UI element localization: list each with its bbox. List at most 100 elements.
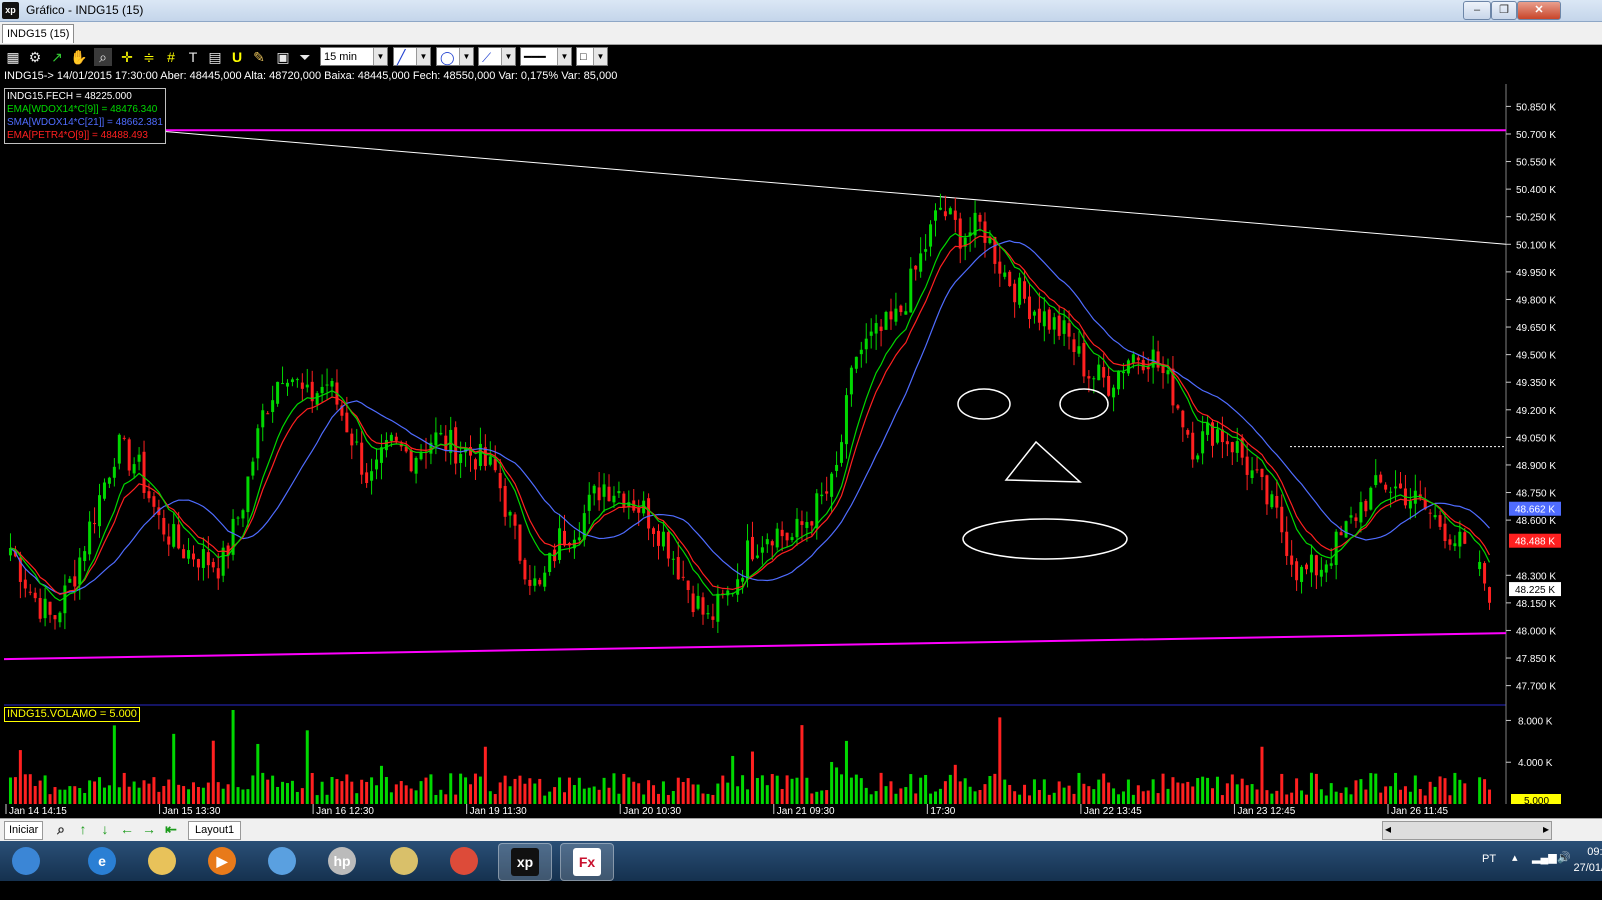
legend-item[interactable]: INDG15.FECH = 48225.000: [7, 90, 163, 103]
candle: [1314, 554, 1318, 590]
candle: [1057, 305, 1061, 340]
table-icon[interactable]: ▤: [206, 48, 224, 66]
volume-bar: [830, 761, 834, 804]
clock-date[interactable]: 27/01/2015: [1571, 862, 1602, 874]
candle-body: [577, 537, 581, 541]
volume-bar: [810, 793, 814, 804]
chart-type-icon[interactable]: ▦: [4, 48, 22, 66]
candle-body: [1018, 277, 1022, 305]
chevron-down-icon: ▼: [416, 48, 430, 65]
arrow-first-icon[interactable]: ⇤: [162, 821, 180, 838]
volume-bar: [785, 775, 789, 804]
legend-item[interactable]: SMA[WDOX14*C[21]] = 48662.381: [7, 116, 163, 129]
price-chart[interactable]: 50.850 K 50.700 K 50.550 K 50.400 K 50.250 K…: [0, 84, 1602, 818]
minimize-button[interactable]: ‒: [1463, 1, 1491, 20]
fibonacci-icon[interactable]: ≑: [140, 48, 158, 66]
drawing-ellipse-mouth: [962, 518, 1128, 560]
volume-bar: [553, 787, 557, 804]
timeframe-select[interactable]: 15 min ▼: [320, 47, 388, 66]
taskbar-button-start-orb[interactable]: [0, 843, 52, 879]
legend-item[interactable]: EMA[PETR4*O[9]] = 48488.493: [7, 129, 163, 142]
tab-indg15[interactable]: INDG15 (15): [2, 24, 75, 43]
candle-body: [1255, 469, 1259, 471]
taskbar-button-explorer[interactable]: [136, 843, 188, 879]
taskbar-button-ie[interactable]: e: [76, 843, 128, 879]
candle-body: [1215, 429, 1219, 443]
scroll-right-icon[interactable]: ▸: [1543, 822, 1549, 836]
zoom-search-icon[interactable]: ⌕: [52, 821, 70, 838]
layout-tab[interactable]: Layout1: [188, 821, 242, 840]
filter-icon[interactable]: ⏷: [296, 48, 314, 66]
lock-icon[interactable]: ▣: [274, 48, 292, 66]
candle: [760, 536, 764, 565]
volume-bar: [1413, 775, 1417, 804]
volume-bar: [988, 775, 992, 804]
signal-icon[interactable]: ▂▄▆: [1532, 851, 1557, 864]
taskbar-button-xp[interactable]: xp: [498, 843, 552, 881]
volume-bar: [671, 791, 675, 804]
line-style-select[interactable]: ━━━ ▼: [520, 47, 572, 66]
volume-bar: [1344, 787, 1348, 804]
candle: [434, 417, 438, 455]
crosshair-icon[interactable]: ✛: [118, 48, 136, 66]
line-style-icon: ━━━: [524, 50, 546, 64]
candle-body: [1166, 370, 1170, 375]
candle-body: [246, 476, 250, 513]
grid-icon[interactable]: #: [162, 48, 180, 66]
taskbar-button-hp[interactable]: hp: [316, 843, 368, 879]
taskbar-button-fxpro[interactable]: Fx: [560, 843, 614, 881]
volume-bar: [1448, 795, 1452, 804]
candle: [444, 425, 448, 462]
candle: [1230, 441, 1234, 466]
crosshair-cursor-icon[interactable]: ↗: [48, 48, 66, 66]
tray-arrow-icon[interactable]: ▴: [1512, 851, 1518, 864]
arrow-up-icon[interactable]: ↑: [74, 821, 92, 838]
u-icon[interactable]: U: [228, 48, 246, 66]
zoom-icon[interactable]: ⌕: [94, 48, 112, 66]
candle-body: [1349, 515, 1353, 518]
volume-bar: [305, 730, 309, 804]
volume-bar: [48, 794, 52, 804]
volume-icon[interactable]: 🔊: [1557, 851, 1571, 864]
settings-icon[interactable]: ⚙: [26, 48, 44, 66]
candle: [1052, 312, 1056, 345]
brush-icon[interactable]: ✎: [250, 48, 268, 66]
candle: [805, 511, 809, 542]
taskbar-button-folder[interactable]: [378, 843, 430, 879]
hand-icon[interactable]: ✋: [70, 48, 88, 66]
clock-time[interactable]: 09:33: [1571, 846, 1602, 858]
candle: [473, 457, 477, 481]
candle-body: [1369, 487, 1373, 510]
horizontal-scrollbar[interactable]: ◂ ▸: [1382, 821, 1552, 840]
trendline: [149, 129, 1507, 245]
candle: [577, 522, 581, 543]
candle: [454, 421, 458, 475]
indicator-legend[interactable]: INDG15.FECH = 48225.000 EMA[WDOX14*C[9]] …: [4, 88, 166, 144]
ellipse-tool-select[interactable]: ◯ ▼: [436, 47, 474, 66]
candle-body: [780, 529, 784, 537]
taskbar-button-chrome[interactable]: [438, 843, 490, 879]
volume-bar: [459, 773, 463, 804]
restore-button[interactable]: ❐: [1491, 1, 1517, 20]
scroll-left-icon[interactable]: ◂: [1385, 822, 1391, 836]
taskbar-button-network[interactable]: [256, 843, 308, 879]
volume-bar: [266, 779, 270, 804]
candle-body: [1181, 410, 1185, 428]
legend-item[interactable]: EMA[WDOX14*C[9]] = 48476.340: [7, 103, 163, 116]
arrow-down-icon[interactable]: ↓: [96, 821, 114, 838]
language-indicator[interactable]: PT: [1482, 853, 1496, 865]
folder-icon: [390, 847, 418, 875]
taskbar-button-media-player[interactable]: ▶: [196, 843, 248, 879]
arrow-left-icon[interactable]: ←: [118, 821, 136, 838]
arrow-right-icon[interactable]: →: [140, 821, 158, 838]
candle-body: [671, 558, 675, 560]
chart-area[interactable]: 50.850 K 50.700 K 50.550 K 50.400 K 50.250 K…: [0, 84, 1602, 818]
volume-bar: [88, 780, 92, 804]
candle: [379, 434, 383, 480]
text-icon[interactable]: T: [184, 48, 202, 66]
fan-tool-select[interactable]: ⟋ ▼: [478, 47, 516, 66]
close-button[interactable]: ✕: [1517, 1, 1561, 20]
color-select[interactable]: □ ▼: [576, 47, 608, 66]
start-button[interactable]: Iniciar: [4, 821, 44, 840]
line-tool-select[interactable]: ╱ ▼: [393, 47, 431, 66]
